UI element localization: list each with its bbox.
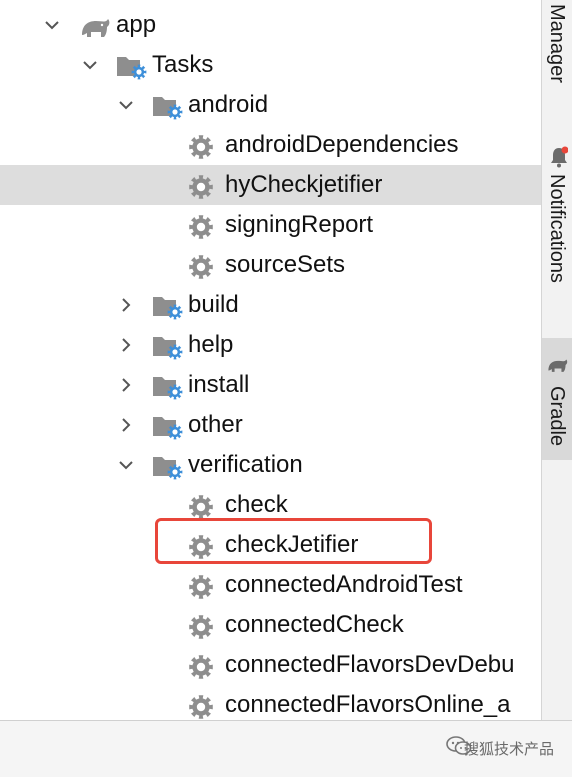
tree-task-row[interactable]: connectedFlavorsOnline_a [0,685,541,720]
tree-item-label: sourceSets [225,251,346,278]
gear-icon [188,694,214,720]
gear-icon [188,494,214,520]
task-folder-icon [152,374,184,400]
tree-item-label: connectedFlavorsDevDebu [225,651,515,678]
chevron-down-icon[interactable] [80,45,100,85]
tree-folder-row[interactable]: Tasks [0,45,541,85]
stripe-manager-label: Manager [546,4,568,83]
tree-task-row[interactable]: androidDependencies [0,125,541,165]
tree-task-row[interactable]: signingReport [0,205,541,245]
gradle-elephant-icon [547,356,569,379]
chevron-right-icon[interactable] [116,405,136,445]
watermark-text: 搜狐技术产品 [463,741,554,758]
gear-icon [188,214,214,240]
bottom-status-bar: 搜狐技术产品 [0,720,572,777]
stripe-gradle[interactable]: Gradle [542,338,572,460]
stripe-manager[interactable]: Manager [542,0,572,110]
tree-folder-row[interactable]: verification [0,445,541,485]
tree-folder-row[interactable]: android [0,85,541,125]
tree-task-row[interactable]: hyCheckjetifier [0,165,541,205]
right-tool-window-bar: Manager Notifications Gradle [541,0,572,720]
tree-item-label: build [188,291,239,318]
tree-item-label: connectedCheck [225,611,404,638]
tree-item-label: Tasks [152,51,214,78]
tree-item-label: other [188,411,243,438]
chevron-right-icon[interactable] [116,325,136,365]
stripe-notifications-label: Notifications [546,174,568,283]
chevron-right-icon[interactable] [116,365,136,405]
chevron-right-icon[interactable] [116,285,136,325]
tree-item-label: androidDependencies [225,131,459,158]
gear-icon [188,614,214,640]
tree-folder-row[interactable]: other [0,405,541,445]
tree-task-row[interactable]: sourceSets [0,245,541,285]
tree-task-row[interactable]: connectedFlavorsDevDebu [0,645,541,685]
task-folder-icon [152,94,184,120]
tree-folder-row[interactable]: install [0,365,541,405]
task-folder-icon [152,414,184,440]
tree-task-row[interactable]: connectedAndroidTest [0,565,541,605]
chevron-down-icon[interactable] [116,85,136,125]
tree-folder-row[interactable]: build [0,285,541,325]
tree-item-label: help [188,331,234,358]
task-folder-icon [152,334,184,360]
tree-item-label: install [188,371,250,398]
task-folder-icon [116,54,148,80]
gradle-elephant-icon [80,15,112,39]
gear-icon [188,654,214,680]
task-folder-icon [152,454,184,480]
gear-icon [188,254,214,280]
bell-icon [550,146,569,173]
tree-folder-row[interactable]: app [0,5,541,45]
tree-item-label: connectedFlavorsOnline_a [225,691,511,718]
tree-item-label: signingReport [225,211,374,238]
stripe-gradle-label: Gradle [546,386,568,447]
gear-icon [188,574,214,600]
gear-icon [188,174,214,200]
tree-item-label: android [188,91,269,118]
chevron-down-icon[interactable] [42,5,62,45]
tree-item-label: verification [188,451,303,478]
tree-item-label: hyCheckjetifier [225,171,383,198]
gear-icon [188,134,214,160]
tree-task-row[interactable]: connectedCheck [0,605,541,645]
tree-item-label: app [116,11,157,38]
tree-folder-row[interactable]: help [0,325,541,365]
chevron-down-icon[interactable] [116,445,136,485]
stripe-notifications[interactable]: Notifications [542,140,572,320]
tree-item-label: connectedAndroidTest [225,571,463,598]
annotation-highlight-box [155,518,432,564]
gradle-task-tree: app Tasks android androidDependencies hy… [0,0,541,720]
task-folder-icon [152,294,184,320]
